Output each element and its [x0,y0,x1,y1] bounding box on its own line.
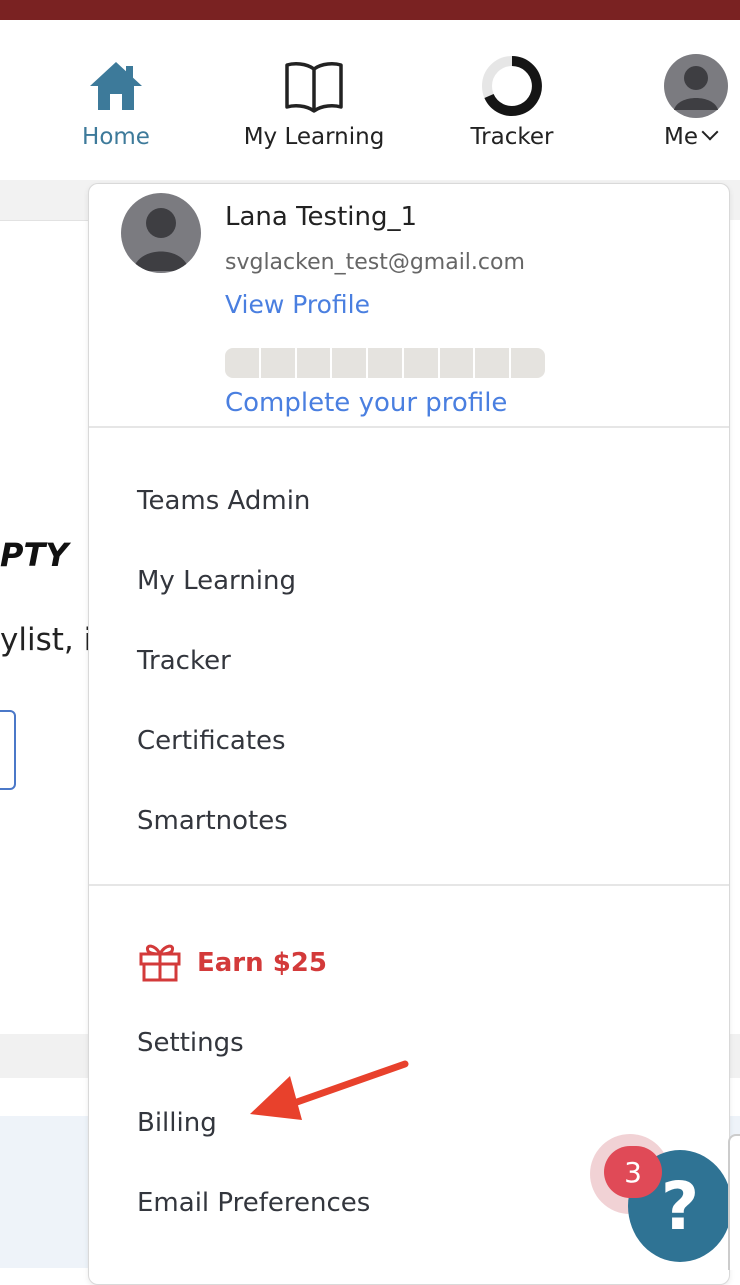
profile-avatar [121,193,201,273]
menu-item-smartnotes[interactable]: Smartnotes [137,806,288,836]
user-name: Lana Testing_1 [225,202,418,232]
view-profile-link[interactable]: View Profile [225,290,370,319]
menu-item-teams-admin[interactable]: Teams Admin [137,486,310,516]
nav-my-learning[interactable]: My Learning [224,56,404,150]
notification-badge: 3 [604,1146,662,1198]
nav-home[interactable]: Home [26,56,206,150]
annotation-arrow-icon [250,1060,409,1120]
question-mark-icon: ? [660,1167,700,1245]
divider [89,426,729,428]
gift-icon [137,940,183,986]
menu-item-tracker[interactable]: Tracker [137,646,231,676]
divider [89,884,729,886]
complete-profile-link[interactable]: Complete your profile [225,388,507,418]
nav-me-label: Me [606,123,740,150]
menu-item-my-learning[interactable]: My Learning [137,566,296,596]
chevron-down-icon [701,123,719,141]
menu-item-email-preferences[interactable]: Email Preferences [137,1188,370,1218]
side-edge-tab[interactable] [728,1134,740,1270]
book-icon [224,56,404,116]
nav-me-text: Me [664,124,698,150]
home-icon [26,56,206,116]
menu-item-billing[interactable]: Billing [137,1108,217,1138]
background-button[interactable] [0,710,16,790]
nav-my-learning-label: My Learning [243,124,385,150]
avatar [606,54,740,118]
earn-referral-link[interactable]: Earn $25 [137,940,327,986]
earn-label: Earn $25 [197,948,327,978]
nav-home-label: Home [82,124,150,150]
nav-tracker[interactable]: Tracker [422,56,602,150]
user-email: svglacken_test@gmail.com [225,250,525,275]
tracker-ring-icon [422,56,602,116]
top-bar [0,0,740,20]
profile-progress-bar [225,348,545,378]
menu-item-certificates[interactable]: Certificates [137,726,286,756]
empty-state-heading: PTY [0,536,69,574]
nav-me[interactable]: Me [606,54,740,150]
menu-item-settings[interactable]: Settings [137,1028,244,1058]
main-nav: Home My Learning Tracker Me [0,20,740,180]
nav-tracker-label: Tracker [470,124,554,150]
